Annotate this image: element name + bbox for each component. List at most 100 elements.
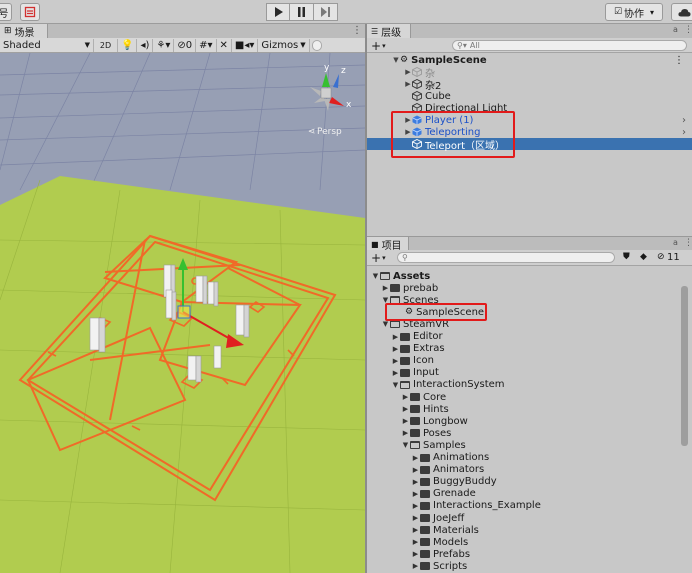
expand-arrow-icon[interactable]: ▶ (411, 502, 420, 510)
project-folder[interactable]: ▼ Scenes (381, 294, 439, 306)
expand-arrow-icon[interactable]: ▶ (411, 466, 420, 474)
audio-toggle[interactable]: ◂) (137, 38, 154, 52)
kebab-icon[interactable]: ⋮ (684, 238, 692, 248)
project-scrollbar[interactable] (681, 286, 688, 446)
project-folder[interactable]: ▼ Samples (401, 439, 466, 451)
project-folder[interactable]: ▶ Input (391, 367, 439, 379)
project-folder[interactable]: ▶ Prefabs (411, 548, 470, 560)
expand-arrow-icon[interactable]: ▶ (381, 284, 390, 292)
expand-arrow-icon[interactable]: ▼ (381, 320, 390, 328)
hierarchy-item[interactable]: ▶ 杂2 (367, 78, 692, 92)
account-menu-button[interactable]: 号 (0, 3, 12, 21)
hierarchy-add-button[interactable]: + ▾ (371, 39, 386, 53)
hidden-packages-icon[interactable]: ⊘ (657, 252, 665, 262)
hierarchy-item-teleporting[interactable]: ▶ Teleporting › (367, 126, 692, 138)
tab-hierarchy[interactable]: ☰ 层级 (367, 24, 411, 39)
expand-arrow-icon[interactable]: ▶ (411, 514, 420, 522)
hierarchy-item[interactable]: Cube (367, 90, 692, 102)
project-add-button[interactable]: + ▾ (371, 251, 386, 265)
project-folder[interactable]: ▶ Animations (411, 452, 489, 464)
grid-toggle[interactable]: #▾ (196, 38, 217, 52)
expand-arrow-icon[interactable]: ▶ (404, 128, 412, 136)
expand-arrow-icon[interactable]: ▼ (371, 272, 380, 280)
tab-project[interactable]: ■ 项目 (367, 237, 409, 252)
hierarchy-item[interactable]: Directional Light (367, 102, 692, 114)
expand-arrow-icon[interactable]: ▶ (391, 369, 400, 377)
expand-arrow-icon[interactable]: ▶ (411, 478, 420, 486)
shading-mode-dropdown[interactable]: Shaded ▼ (0, 38, 94, 52)
expand-arrow-icon[interactable]: ▶ (411, 550, 420, 558)
hierarchy-item-teleport-area[interactable]: Teleport（区域） (367, 138, 692, 152)
lock-icon[interactable]: a (673, 25, 678, 34)
expand-arrow-icon[interactable]: ▶ (411, 526, 420, 534)
expand-arrow-icon[interactable]: ▶ (401, 405, 410, 413)
scene-viewport[interactable]: y z x ⋖ Persp (0, 53, 365, 573)
expand-arrow-icon[interactable]: ▼ (401, 441, 410, 449)
hierarchy-scene-root[interactable]: ▼ ⚙ SampleScene ⋮ (392, 54, 692, 66)
project-folder[interactable]: ▶ Grenade (411, 488, 476, 500)
project-folder[interactable]: ▶ Animators (411, 464, 484, 476)
scene-search-input[interactable] (311, 39, 322, 51)
project-folder[interactable]: ▶ Models (411, 536, 468, 548)
project-folder[interactable]: ▶ Core (401, 391, 446, 403)
expand-arrow-icon[interactable]: ▶ (404, 116, 412, 124)
project-folder[interactable]: ▶ Editor (391, 331, 443, 343)
cloud-button[interactable] (671, 3, 692, 21)
project-search-input[interactable]: ⚲ (397, 252, 615, 263)
lighting-toggle[interactable]: 💡 (118, 38, 138, 52)
tools-toggle[interactable]: ✕ (217, 38, 232, 52)
hierarchy-search-input[interactable]: ⚲▾ All (452, 40, 687, 51)
scene-tab-menu-icon[interactable]: ⋮ (352, 25, 362, 36)
project-item-scene[interactable]: ⚙ SampleScene (391, 306, 484, 318)
camera-dropdown[interactable]: ■◂▾ (232, 38, 259, 52)
hierarchy-item-player[interactable]: ▶ Player (1) › (367, 114, 692, 126)
expand-arrow-icon[interactable]: ▶ (411, 562, 420, 570)
expand-arrow-icon[interactable]: ▶ (411, 538, 420, 546)
expand-arrow-icon[interactable]: ▶ (411, 454, 420, 462)
step-button[interactable] (314, 3, 338, 21)
project-folder[interactable]: ▶ Materials (411, 524, 479, 536)
tab-scene[interactable]: ⊞ 场景 (0, 24, 48, 39)
project-folder[interactable]: ▶ Icon (391, 355, 434, 367)
project-folder[interactable]: ▶ Hints (401, 403, 449, 415)
project-folder[interactable]: ▶ BuggyBuddy (411, 476, 497, 488)
filter-by-type-icon[interactable]: ⛊ (623, 252, 630, 262)
expand-arrow-icon[interactable]: ▶ (401, 429, 410, 437)
layers-button[interactable] (20, 3, 40, 21)
expand-arrow-icon[interactable]: ▶ (391, 357, 400, 365)
expand-arrow-icon[interactable]: ▶ (391, 333, 400, 341)
project-folder[interactable]: ▼ SteamVR (381, 318, 449, 330)
project-folder[interactable]: ▶ Poses (401, 427, 452, 439)
collab-button[interactable]: ☑ 协作 ▾ (605, 3, 663, 21)
project-folder[interactable]: ▶ Longbow (401, 415, 468, 427)
chevron-right-icon[interactable]: › (682, 127, 686, 138)
projection-label[interactable]: Persp (317, 127, 342, 137)
toggle-2d-button[interactable]: 2D (94, 38, 118, 52)
kebab-icon[interactable]: ⋮ (684, 25, 692, 35)
lock-icon[interactable]: a (673, 238, 678, 247)
expand-arrow-icon[interactable]: ▶ (404, 80, 412, 88)
project-folder[interactable]: ▼ Assets (371, 270, 430, 282)
expand-arrow-icon[interactable]: ▶ (404, 68, 412, 76)
play-button[interactable] (266, 3, 290, 21)
expand-arrow-icon[interactable]: ▶ (401, 417, 410, 425)
pause-button[interactable] (290, 3, 314, 21)
expand-arrow-icon[interactable]: ▼ (392, 56, 400, 64)
project-folder[interactable]: ▶ prebab (381, 282, 438, 294)
project-folder[interactable]: ▶ JoeJeff (411, 512, 464, 524)
filter-by-label-icon[interactable]: ◆ (640, 252, 647, 262)
expand-arrow-icon[interactable]: ▼ (381, 296, 390, 304)
effects-dropdown[interactable]: ⚘▾ (153, 38, 175, 52)
project-folder[interactable]: ▼ InteractionSystem (391, 379, 505, 391)
expand-arrow-icon[interactable]: ▶ (401, 393, 410, 401)
kebab-icon[interactable]: ⋮ (674, 55, 684, 66)
expand-arrow-icon[interactable]: ▶ (391, 345, 400, 353)
gizmos-dropdown[interactable]: Gizmos ▼ (258, 38, 310, 52)
project-folder[interactable]: ▶ Extras (391, 343, 445, 355)
project-folder[interactable]: ▶ Interactions_Example (411, 500, 541, 512)
expand-arrow-icon[interactable]: ▼ (391, 381, 400, 389)
hierarchy-item[interactable]: ▶ 杂 (367, 66, 692, 80)
hidden-objects-toggle[interactable]: ⊘ 0 (174, 38, 197, 52)
chevron-right-icon[interactable]: › (682, 115, 686, 126)
expand-arrow-icon[interactable]: ▶ (411, 490, 420, 498)
